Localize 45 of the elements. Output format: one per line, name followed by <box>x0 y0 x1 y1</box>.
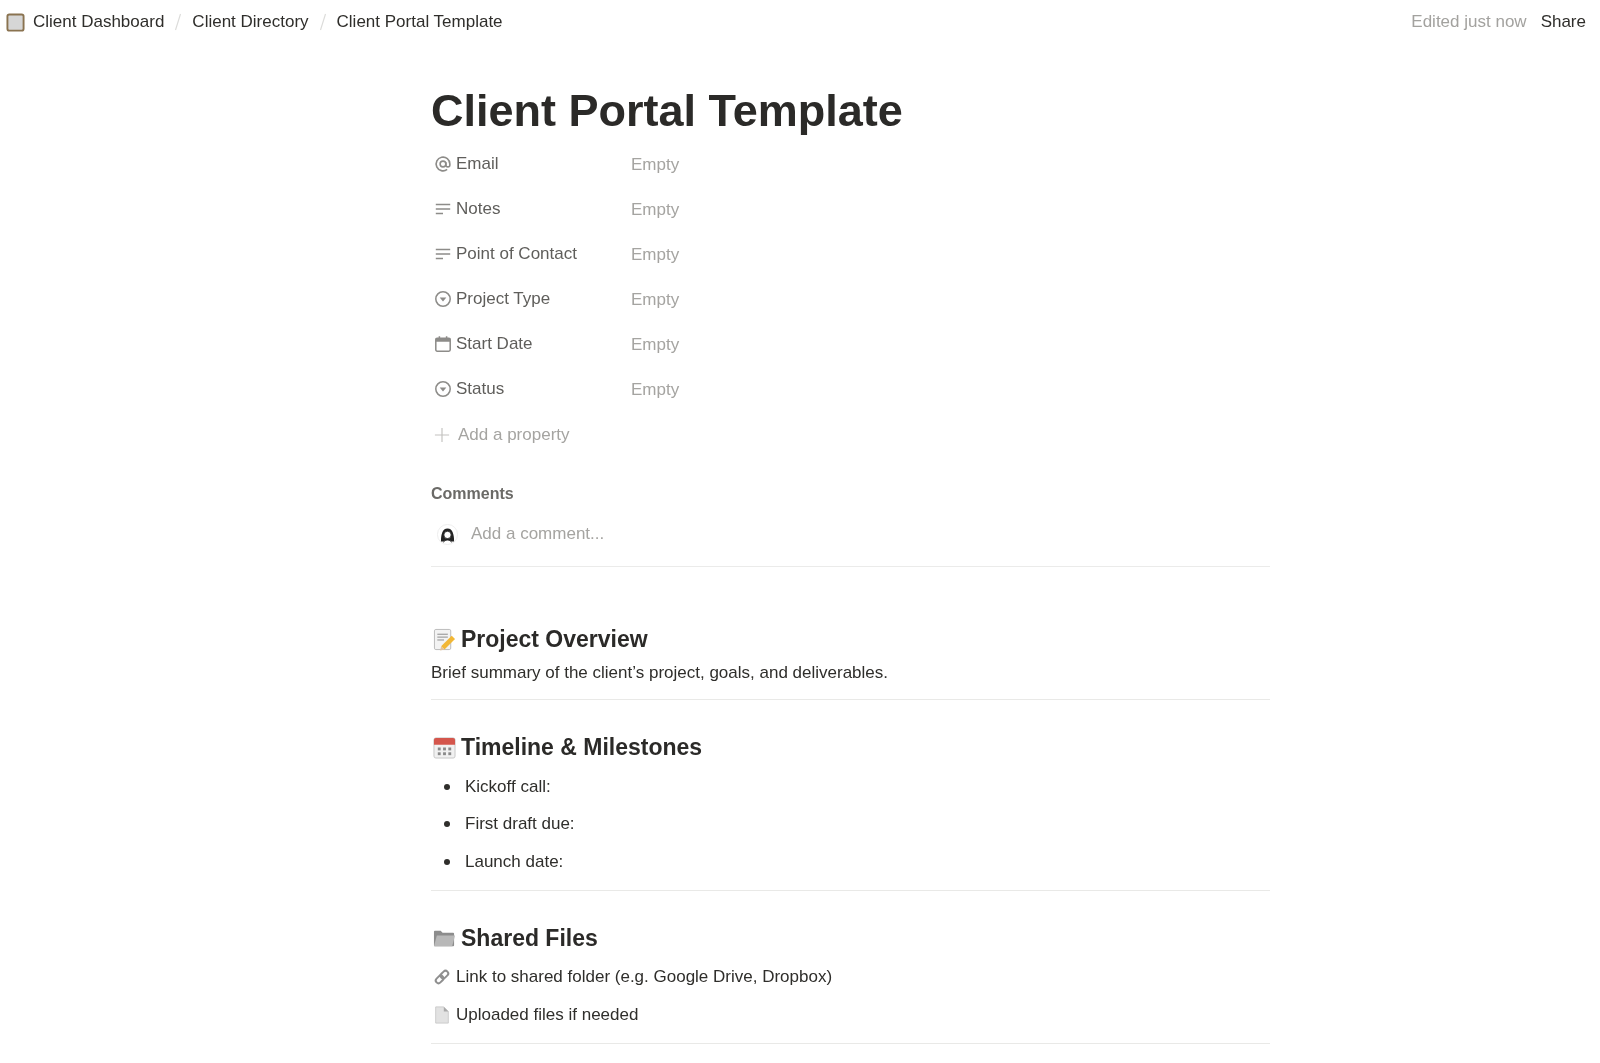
calendar-icon <box>433 735 456 759</box>
breadcrumb-link[interactable]: Client Directory <box>192 11 309 33</box>
dropdown-circle-icon <box>434 290 452 308</box>
property-name-button[interactable]: Start Date <box>431 332 533 356</box>
property-value-field[interactable]: Empty <box>631 376 891 403</box>
framed-square-icon <box>6 12 25 32</box>
breadcrumb-link[interactable]: Client Portal Template <box>336 11 503 33</box>
property-name-button[interactable]: Notes <box>431 197 501 221</box>
note-text: Link to shared folder (e.g. Google Drive, Dropbox) <box>456 967 833 988</box>
page-title: Client Portal Template <box>431 84 904 137</box>
note-text: Uploaded files if needed <box>456 1004 639 1025</box>
at-sign-icon <box>434 155 452 173</box>
property-name-button[interactable]: Point of Contact <box>431 242 577 266</box>
property-value-field[interactable]: Empty <box>631 196 891 223</box>
list-item-text: First draft due: <box>465 814 575 835</box>
property-value-field[interactable]: Empty <box>631 151 891 178</box>
property-name-button[interactable]: Project Type <box>431 287 551 311</box>
plus-icon <box>434 426 450 443</box>
memo-pencil-icon <box>433 627 456 651</box>
calendar-icon <box>434 335 452 353</box>
slash-icon <box>174 13 183 31</box>
document-icon <box>433 1005 451 1024</box>
property-value-field[interactable]: Empty <box>631 331 891 358</box>
section-heading: Timeline & Milestones <box>461 733 703 762</box>
property-name-button[interactable]: Email <box>431 152 499 176</box>
property-name-button[interactable]: Status <box>431 377 505 401</box>
chain-link-icon <box>433 968 451 987</box>
list-item-text: Launch date: <box>465 851 564 872</box>
comments-heading: Comments <box>431 484 515 504</box>
share-button[interactable]: Share <box>1536 8 1590 36</box>
bullet-dot-icon <box>444 858 450 865</box>
paragraph: Brief summary of the client’s project, goals, and deliverables. <box>431 662 890 684</box>
bullet-dot-icon <box>444 783 450 790</box>
bullet-dot-icon <box>444 821 450 828</box>
comment-input-field[interactable]: Add a comment... <box>471 521 1270 547</box>
section-heading: Project Overview <box>461 625 648 654</box>
breadcrumb-link[interactable]: Client Dashboard <box>33 11 165 33</box>
slash-icon <box>318 13 327 31</box>
property-value-field[interactable]: Empty <box>631 286 891 313</box>
property-value-field[interactable]: Empty <box>631 241 891 268</box>
dropdown-circle-icon <box>434 380 452 398</box>
list-item-text: Kickoff call: <box>465 776 551 797</box>
section-heading: Shared Files <box>461 923 598 953</box>
avatar-icon <box>437 523 458 545</box>
edited-status-text: Edited just now <box>1411 12 1527 32</box>
